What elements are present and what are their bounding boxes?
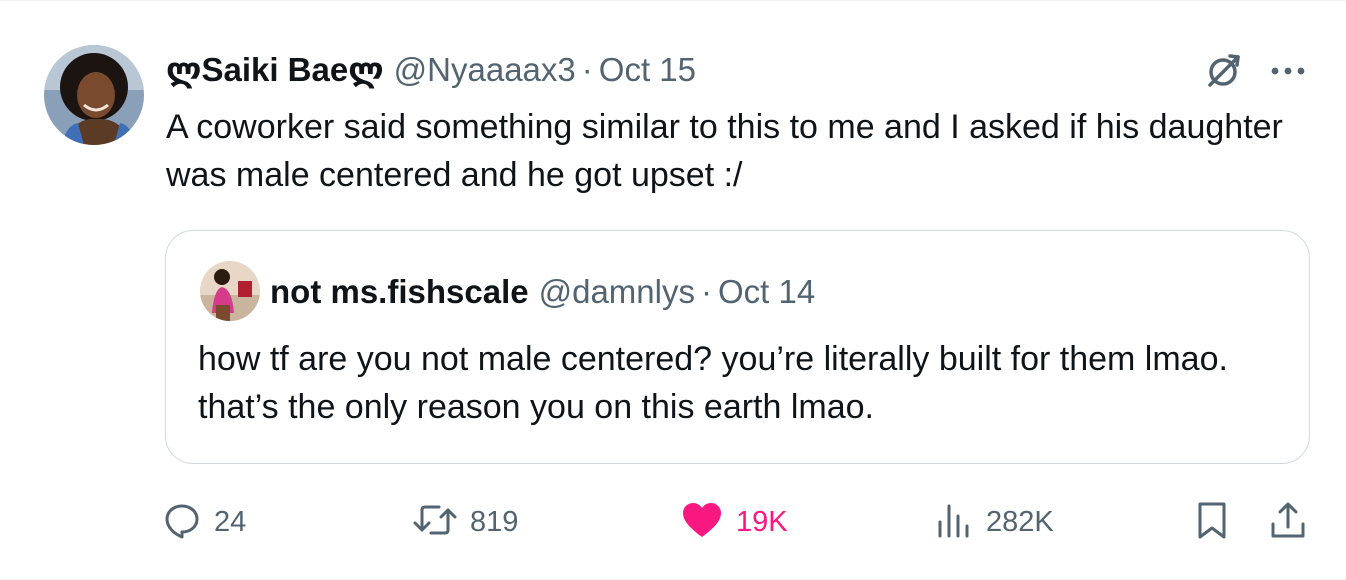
quoted-separator: · [700,273,712,310]
tweet-header: ლSaiki Baeლ @Nyaaaax3 · Oct 15 [166,49,696,91]
quoted-avatar-image [200,261,260,321]
bookmark-icon [1192,500,1232,545]
views-count: 282K [986,505,1054,538]
header-separator: · [581,51,593,88]
quoted-handle[interactable]: @damnlys [539,271,695,313]
share-button[interactable] [1268,498,1308,546]
author-handle[interactable]: @Nyaaaax3 [394,49,576,91]
reply-count: 24 [214,505,247,538]
avatar-image [44,45,144,145]
tweet-text: A coworker said something similar to thi… [166,108,1283,194]
like-count: 19K [736,505,788,538]
quoted-text: how tf are you not male centered? you’re… [198,340,1228,426]
repost-count: 819 [470,505,519,538]
share-icon [1268,500,1308,545]
author-display-name[interactable]: ლSaiki Baeლ [166,49,384,91]
repost-icon [412,500,458,545]
reply-button[interactable]: 24 [162,498,246,546]
like-button[interactable]: 19K [680,498,788,546]
views-button[interactable]: 282K [934,498,1054,546]
quoted-author-avatar[interactable] [200,261,260,321]
quoted-header: not ms.fishscale @damnlys · Oct 14 [270,271,815,313]
header-actions [1204,51,1306,91]
more-icon[interactable] [1270,65,1306,77]
grok-icon[interactable] [1204,51,1244,91]
like-icon [680,500,724,545]
tweet-date[interactable]: Oct 15 [599,49,696,91]
reply-icon [162,500,202,545]
bookmark-button[interactable] [1192,498,1232,546]
author-avatar[interactable] [44,45,144,145]
quoted-tweet[interactable]: not ms.fishscale @damnlys · Oct 14 how t… [165,230,1310,464]
tweet[interactable]: ლSaiki Baeლ @Nyaaaax3 · Oct 15 A coworke… [0,0,1346,580]
repost-button[interactable]: 819 [412,498,518,546]
quoted-date[interactable]: Oct 14 [718,271,815,313]
views-icon [934,500,974,545]
action-bar: 24 819 19K 282K [162,498,1310,546]
quoted-display-name[interactable]: not ms.fishscale [270,271,529,313]
